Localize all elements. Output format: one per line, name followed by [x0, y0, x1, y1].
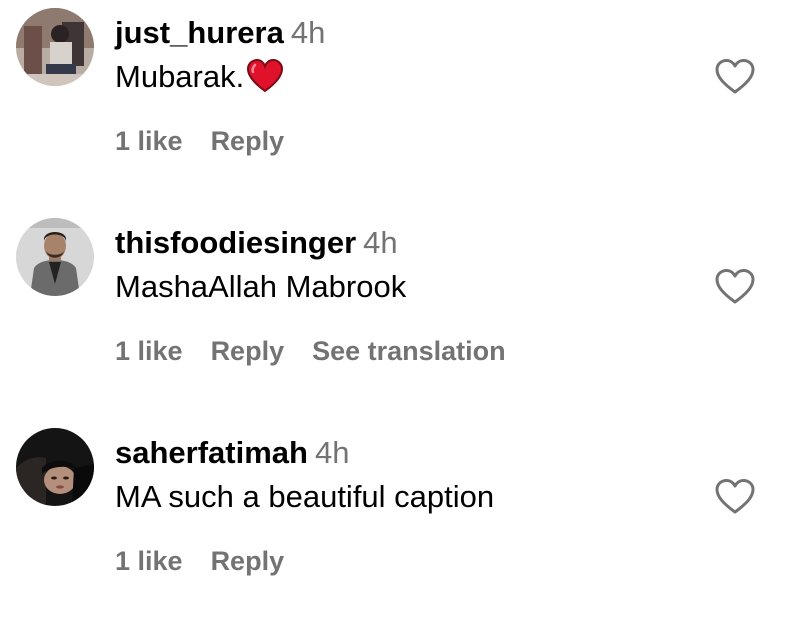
reply-button[interactable]: Reply	[211, 336, 285, 366]
comment-actions: 1 like Reply	[115, 545, 312, 577]
username[interactable]: saherfatimah	[115, 435, 308, 470]
comment-actions: 1 like Reply See translation	[115, 335, 534, 367]
comment-text-content: MA such a beautiful caption	[115, 479, 495, 514]
username[interactable]: thisfoodiesinger	[115, 225, 356, 260]
comment-text: MashaAllah Mabrook	[115, 268, 406, 306]
comment-item: saherfatimah 4h MA such a beautiful capti…	[0, 420, 788, 630]
like-count[interactable]: 1 like	[115, 336, 183, 366]
comment-header: just_hurera 4h	[115, 15, 325, 51]
red-heart-emoji-icon	[246, 58, 284, 102]
reply-button[interactable]: Reply	[211, 126, 285, 156]
avatar[interactable]	[16, 428, 94, 506]
like-count[interactable]: 1 like	[115, 546, 183, 576]
heart-outline-icon[interactable]	[714, 58, 756, 96]
avatar[interactable]	[16, 218, 94, 296]
comment-header: saherfatimah 4h	[115, 435, 349, 471]
comment-text: Mubarak.	[115, 58, 284, 102]
comment-actions: 1 like Reply	[115, 125, 312, 157]
heart-outline-icon[interactable]	[714, 478, 756, 516]
comment-item: thisfoodiesinger 4h MashaAllah Mabrook 1 …	[0, 210, 788, 420]
username[interactable]: just_hurera	[115, 15, 284, 50]
timestamp[interactable]: 4h	[291, 15, 325, 50]
see-translation-button[interactable]: See translation	[312, 336, 506, 366]
comment-item: just_hurera 4h Mubarak. 1 like Reply	[0, 0, 788, 210]
avatar[interactable]	[16, 8, 94, 86]
timestamp[interactable]: 4h	[315, 435, 349, 470]
timestamp[interactable]: 4h	[363, 225, 397, 260]
reply-button[interactable]: Reply	[211, 546, 285, 576]
heart-outline-icon[interactable]	[714, 268, 756, 306]
comment-text-content: Mubarak.	[115, 59, 245, 94]
comment-text-content: MashaAllah Mabrook	[115, 269, 407, 304]
comment-header: thisfoodiesinger 4h	[115, 225, 398, 261]
comment-text: MA such a beautiful caption	[115, 478, 494, 516]
like-count[interactable]: 1 like	[115, 126, 183, 156]
